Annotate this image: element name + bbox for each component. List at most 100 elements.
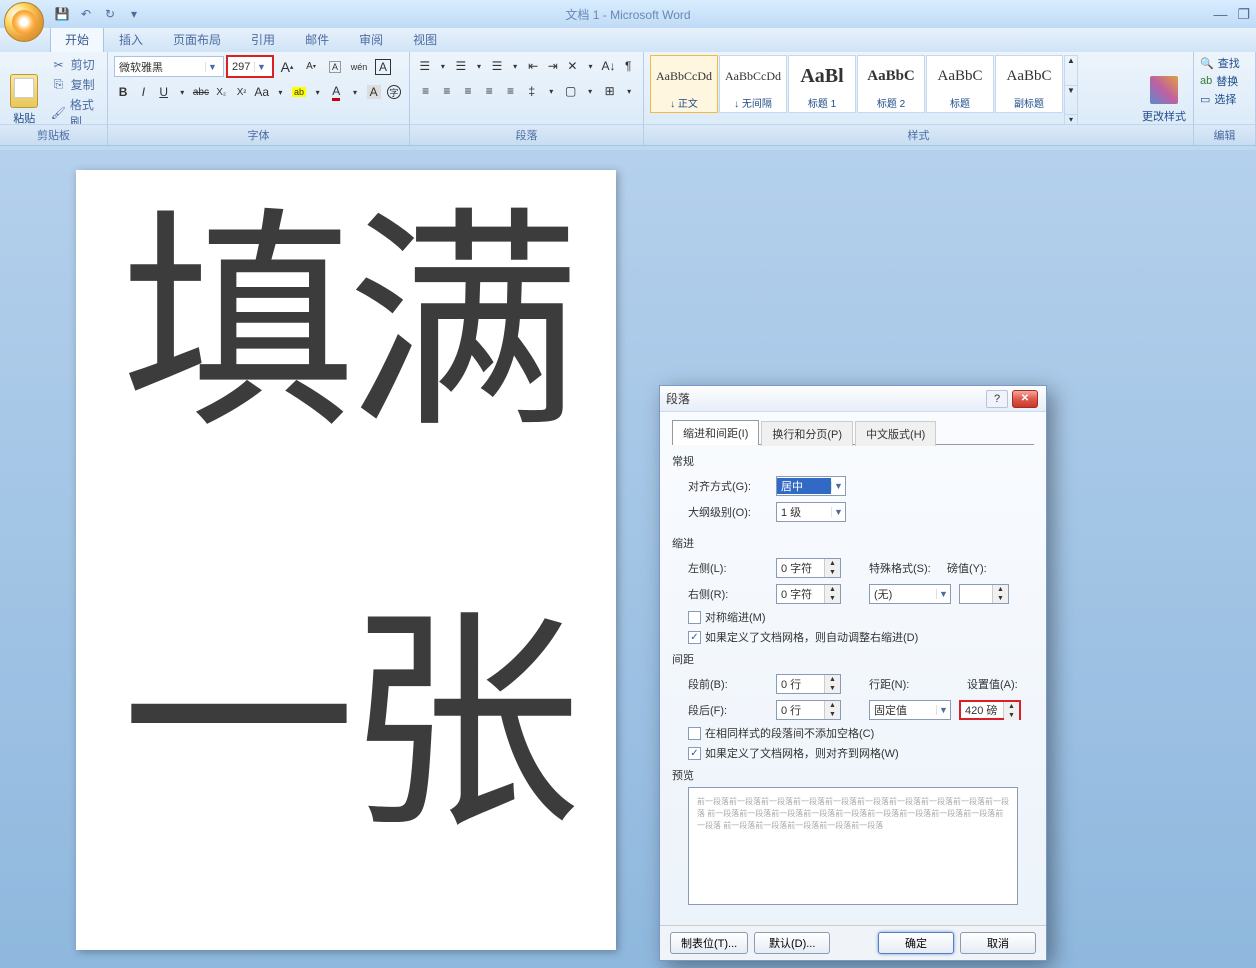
space-before-spinner[interactable]: 0 行▲▼ <box>776 674 841 694</box>
asian-layout-button[interactable]: ✕ <box>564 55 582 77</box>
office-button[interactable] <box>4 2 44 42</box>
multilevel-list-button[interactable]: ☰ <box>488 55 506 77</box>
auto-adjust-checkbox[interactable]: ✓ <box>688 631 701 644</box>
find-button[interactable]: 🔍查找 <box>1200 55 1240 71</box>
align-justify-button[interactable]: ≡ <box>480 80 499 102</box>
font-size-combo[interactable]: 297▼ <box>226 55 274 78</box>
snap-to-grid-checkbox[interactable]: ✓ <box>688 747 701 760</box>
shrink-font-button[interactable]: A▾ <box>300 56 322 78</box>
tab-asian-typography[interactable]: 中文版式(H) <box>855 421 936 446</box>
spin-up-icon[interactable]: ▲ <box>993 585 1008 594</box>
spacing-menu[interactable]: ▾ <box>543 80 559 102</box>
tab-home[interactable]: 开始 <box>50 26 104 52</box>
tab-layout[interactable]: 页面布局 <box>158 26 236 52</box>
style-normal[interactable]: AaBbCcDd↓ 正文 <box>650 55 718 113</box>
superscript-button[interactable]: X² <box>232 81 250 103</box>
clear-formatting-button[interactable]: A <box>324 56 346 78</box>
numbering-menu[interactable]: ▾ <box>472 55 487 77</box>
style-subtitle[interactable]: AaBbC副标题 <box>995 55 1063 113</box>
character-border-button[interactable]: A <box>372 56 394 78</box>
highlight-menu[interactable]: ▾ <box>310 81 325 103</box>
case-menu[interactable]: ▾ <box>273 81 288 103</box>
line-spacing-combo[interactable]: 固定值▼ <box>869 700 951 720</box>
asian-menu[interactable]: ▾ <box>583 55 598 77</box>
grow-font-button[interactable]: A▴ <box>276 56 298 78</box>
mirror-indents-checkbox[interactable] <box>688 611 701 624</box>
style-heading2[interactable]: AaBbC标题 2 <box>857 55 925 113</box>
spin-up-icon[interactable]: ▲ <box>1004 702 1019 711</box>
restore-icon[interactable]: ❐ <box>1237 6 1250 23</box>
no-space-same-style-checkbox[interactable] <box>688 727 701 740</box>
tab-references[interactable]: 引用 <box>236 26 290 52</box>
redo-icon[interactable]: ↻ <box>100 5 120 23</box>
align-right-button[interactable]: ≡ <box>458 80 477 102</box>
multilevel-menu[interactable]: ▾ <box>508 55 523 77</box>
cut-button[interactable]: ✂剪切 <box>47 55 101 74</box>
align-distributed-button[interactable]: ≡ <box>501 80 520 102</box>
style-title[interactable]: AaBbC标题 <box>926 55 994 113</box>
italic-button[interactable]: I <box>134 81 152 103</box>
cancel-button[interactable]: 取消 <box>960 932 1036 954</box>
dialog-titlebar[interactable]: 段落 ? ✕ <box>660 386 1046 412</box>
spin-up-icon[interactable]: ▲ <box>825 701 840 710</box>
tab-review[interactable]: 审阅 <box>344 26 398 52</box>
sort-button[interactable]: A↓ <box>600 55 618 77</box>
underline-button[interactable]: U <box>155 81 173 103</box>
space-after-spinner[interactable]: 0 行▲▼ <box>776 700 841 720</box>
underline-menu[interactable]: ▾ <box>175 81 190 103</box>
tabs-button[interactable]: 制表位(T)... <box>670 932 748 954</box>
spin-up-icon[interactable]: ▲ <box>825 559 840 568</box>
numbering-button[interactable]: ☰ <box>452 55 470 77</box>
character-shading-button[interactable]: A <box>364 81 382 103</box>
enclosed-char-button[interactable]: 字 <box>385 81 403 103</box>
select-button[interactable]: ▭选择 <box>1200 91 1240 107</box>
gallery-up-icon[interactable]: ▲ <box>1065 56 1077 86</box>
indent-by-spinner[interactable]: ▲▼ <box>959 584 1009 604</box>
spin-down-icon[interactable]: ▼ <box>825 594 840 603</box>
tab-indents-spacing[interactable]: 缩进和间距(I) <box>672 420 759 445</box>
font-color-menu[interactable]: ▾ <box>347 81 362 103</box>
bold-button[interactable]: B <box>114 81 132 103</box>
special-indent-combo[interactable]: (无)▼ <box>869 584 951 604</box>
line-spacing-button[interactable]: ‡ <box>522 80 541 102</box>
ok-button[interactable]: 确定 <box>878 932 954 954</box>
tab-view[interactable]: 视图 <box>398 26 452 52</box>
default-button[interactable]: 默认(D)... <box>754 932 830 954</box>
shading-button[interactable]: ▢ <box>561 80 580 102</box>
highlight-button[interactable]: ab <box>290 81 308 103</box>
increase-indent-button[interactable]: ⇥ <box>544 55 562 77</box>
align-center-button[interactable]: ≡ <box>437 80 456 102</box>
borders-button[interactable]: ⊞ <box>600 80 619 102</box>
style-heading1[interactable]: AaBl标题 1 <box>788 55 856 113</box>
spin-down-icon[interactable]: ▼ <box>1004 711 1019 720</box>
indent-right-spinner[interactable]: 0 字符▲▼ <box>776 584 841 604</box>
tab-insert[interactable]: 插入 <box>104 26 158 52</box>
indent-left-spinner[interactable]: 0 字符▲▼ <box>776 558 841 578</box>
font-color-button[interactable]: A <box>327 81 345 103</box>
bullets-menu[interactable]: ▾ <box>436 55 451 77</box>
spin-up-icon[interactable]: ▲ <box>825 585 840 594</box>
undo-icon[interactable]: ↶ <box>76 5 96 23</box>
tab-line-page-breaks[interactable]: 换行和分页(P) <box>761 421 853 446</box>
outline-level-combo[interactable]: 1 级▼ <box>776 502 846 522</box>
borders-menu[interactable]: ▾ <box>621 80 637 102</box>
copy-button[interactable]: ⎘复制 <box>47 75 101 94</box>
subscript-button[interactable]: X₂ <box>212 81 230 103</box>
spin-down-icon[interactable]: ▼ <box>825 710 840 719</box>
strikethrough-button[interactable]: abc <box>192 81 210 103</box>
phonetic-guide-button[interactable]: wén <box>348 56 370 78</box>
page[interactable]: 填满 一张 <box>76 170 616 950</box>
replace-button[interactable]: ab替换 <box>1200 73 1240 89</box>
spin-down-icon[interactable]: ▼ <box>993 594 1008 603</box>
save-icon[interactable]: 💾 <box>52 5 72 23</box>
shading-menu[interactable]: ▾ <box>582 80 598 102</box>
style-nospacing[interactable]: AaBbCcDd↓ 无间隔 <box>719 55 787 113</box>
spin-up-icon[interactable]: ▲ <box>825 675 840 684</box>
show-marks-button[interactable]: ¶ <box>619 55 637 77</box>
change-case-button[interactable]: Aa <box>253 81 271 103</box>
close-button[interactable]: ✕ <box>1012 390 1038 408</box>
spacing-at-spinner[interactable]: 420 磅▲▼ <box>959 700 1021 720</box>
decrease-indent-button[interactable]: ⇤ <box>524 55 542 77</box>
tab-mailings[interactable]: 邮件 <box>290 26 344 52</box>
qat-customize-icon[interactable]: ▾ <box>124 5 144 23</box>
